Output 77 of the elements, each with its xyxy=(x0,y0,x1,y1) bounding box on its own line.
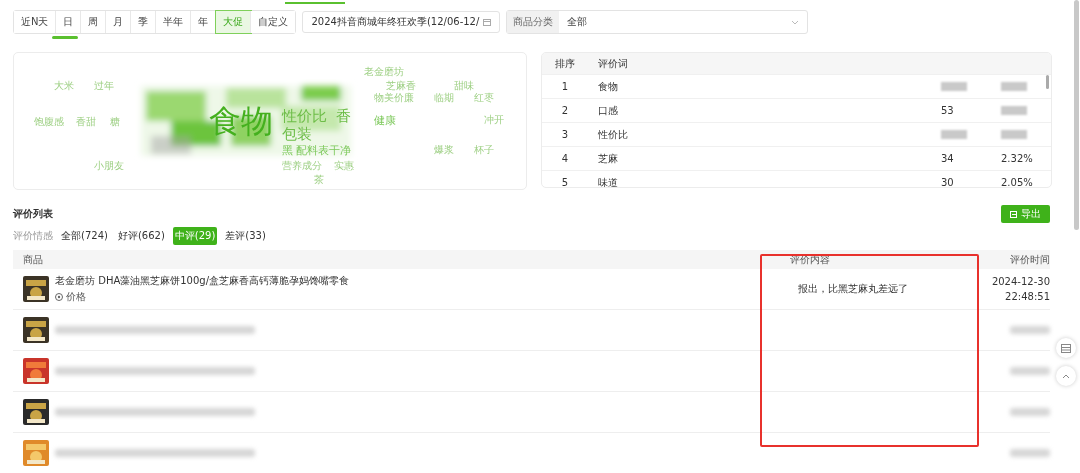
cloud-word: 大米 xyxy=(54,81,74,91)
table-cell-text: 味道 xyxy=(597,175,619,187)
indicator-bar xyxy=(285,2,345,4)
redacted-text xyxy=(1010,408,1050,416)
table-cell-text: 30 xyxy=(940,177,955,187)
up-caret-icon xyxy=(1062,373,1070,379)
table-cell-text: 1 xyxy=(560,81,570,92)
cloud-word: 小朋友 xyxy=(94,161,124,171)
cloud-word: 香甜 xyxy=(76,117,96,127)
date-picker[interactable]: 2024抖音商城年终狂欢季(12/06-12/ xyxy=(302,11,501,33)
scrollbar[interactable] xyxy=(1074,0,1079,230)
category-select[interactable]: 商品分类 全部 xyxy=(506,10,809,34)
table-cell-text: 性价比 xyxy=(597,127,629,142)
sentiment-filter[interactable]: 全部(724) xyxy=(59,227,110,245)
section-title: 评价列表 xyxy=(13,207,53,221)
indicator-bar xyxy=(52,36,78,39)
cloud-word: 实惠 xyxy=(334,161,354,171)
cloud-word: 物美价廉 xyxy=(374,93,414,103)
table-cell-text: 34 xyxy=(940,153,955,164)
tag-icon xyxy=(55,293,63,301)
redacted-text xyxy=(1010,367,1050,375)
back-to-top-button[interactable] xyxy=(1056,366,1076,386)
cloud-word: 香 xyxy=(336,109,351,124)
period-tab[interactable]: 自定义 xyxy=(251,11,296,33)
cloud-word: 茶 xyxy=(314,175,324,185)
cloud-word: 包装 xyxy=(282,127,312,142)
column-header: 评价词 xyxy=(597,56,629,71)
table-cell-text: 2.05% xyxy=(1000,177,1034,187)
scrollbar[interactable] xyxy=(1046,75,1049,89)
redacted-text xyxy=(1001,106,1027,115)
column-header: 商品 xyxy=(22,252,44,267)
cloud-word: 甜味 xyxy=(454,81,474,91)
table-cell-text: 4 xyxy=(560,153,570,164)
redacted-text xyxy=(1010,326,1050,334)
sentiment-filter[interactable]: 好评(662) xyxy=(115,227,167,245)
redacted-text xyxy=(1001,82,1027,91)
cloud-word: 黑 配料表干净 xyxy=(282,145,352,156)
redacted-text xyxy=(941,82,967,91)
product-title[interactable]: 老金磨坊 DHA藻油黑芝麻饼100g/盒芝麻香高钙薄脆孕妈馋嘴零食 xyxy=(55,274,350,288)
export-icon xyxy=(1010,210,1017,218)
table-cell-text: 3 xyxy=(560,129,570,140)
cloud-word: 健康 xyxy=(374,115,396,126)
cloud-word: 过年 xyxy=(94,81,114,91)
cloud-word: 营养成分 xyxy=(282,161,322,171)
sentiment-filter[interactable]: 差评(33) xyxy=(223,227,268,245)
table-cell-text: 芝麻 xyxy=(597,151,619,166)
cloud-word: 红枣 xyxy=(474,93,494,103)
redacted-text xyxy=(941,130,967,139)
cloud-word: 老金磨坊 xyxy=(364,67,404,77)
column-header: 排序 xyxy=(554,56,576,71)
table-cell-text: 53 xyxy=(940,105,955,116)
table-cell-text: 食物 xyxy=(597,79,619,94)
cloud-word: 性价比 xyxy=(282,109,327,124)
redacted-text xyxy=(1010,449,1050,457)
cloud-word: 芝麻香 xyxy=(386,81,416,91)
cloud-word: 冲开 xyxy=(484,115,504,125)
table-cell-text: 5 xyxy=(560,177,570,187)
table-cell-text: 口感 xyxy=(597,103,619,118)
filter-label: 评价情感 xyxy=(13,229,53,243)
cloud-word: 糖 xyxy=(110,117,120,127)
table-cell-text: 2.32% xyxy=(1000,153,1034,164)
cloud-word: 饱腹感 xyxy=(34,117,64,127)
redacted-text xyxy=(1001,130,1027,139)
column-header: 评价时间 xyxy=(1009,252,1050,267)
table-cell-text: 2 xyxy=(560,105,570,116)
period-tab[interactable]: 近N天 xyxy=(14,11,57,33)
table-view-button[interactable] xyxy=(1056,338,1076,358)
calendar-icon xyxy=(483,18,492,26)
review-text: 报出，比黑芝麻丸差远了 xyxy=(797,283,908,294)
review-time: 22:48:51 xyxy=(1004,291,1050,302)
review-date: 2024-12-30 xyxy=(990,276,1050,287)
cloud-word: 杯子 xyxy=(474,145,494,155)
table-icon xyxy=(1061,343,1071,353)
aspect-tag: 价格 xyxy=(55,290,350,304)
cloud-word: 临期 xyxy=(434,93,454,103)
caret-icon xyxy=(791,19,800,25)
cloud-word: 爆浆 xyxy=(434,145,454,155)
